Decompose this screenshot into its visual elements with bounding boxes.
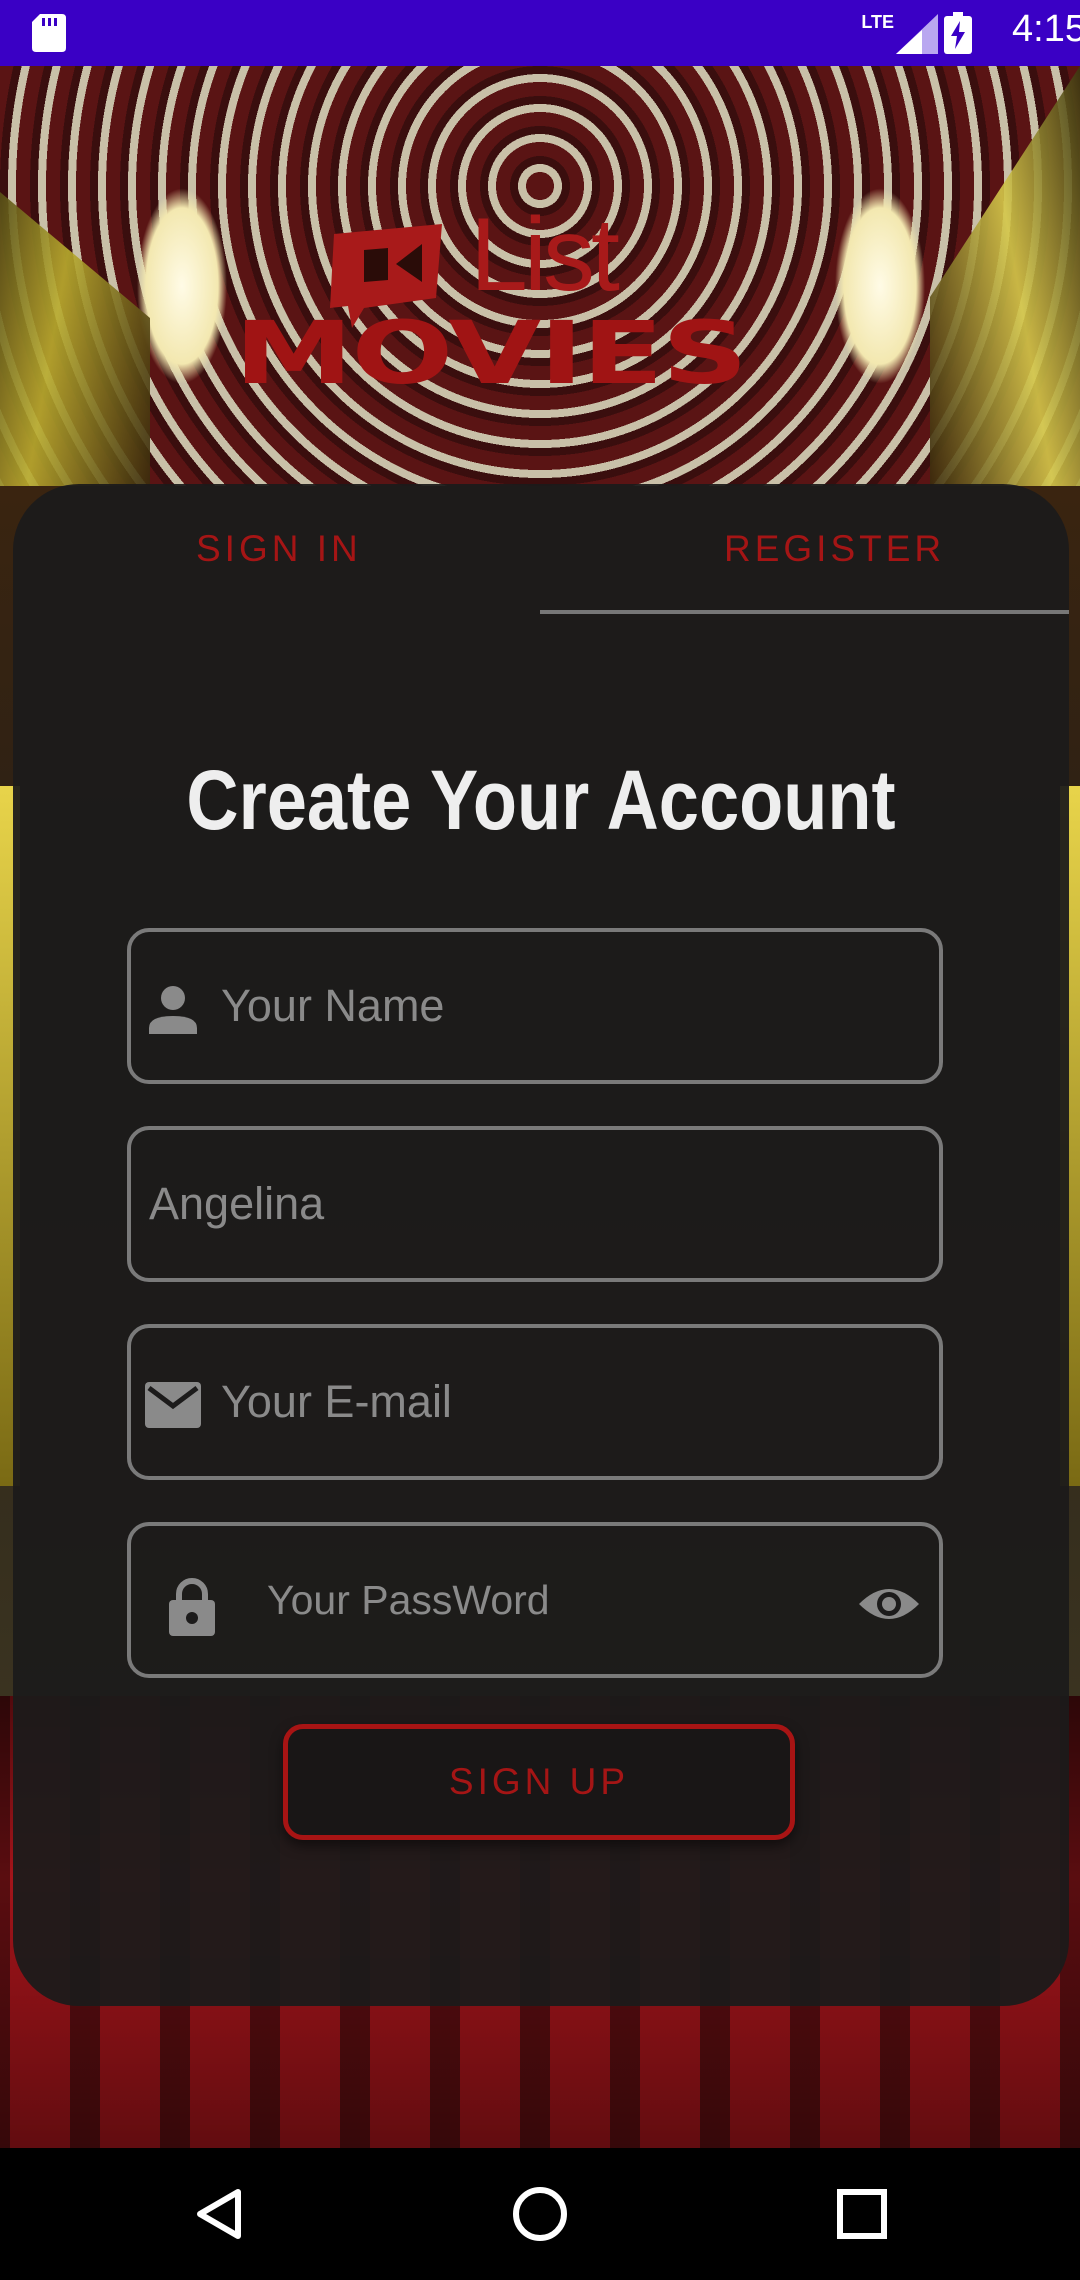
navigation-bar: [0, 2148, 1080, 2280]
register-card: SIGN IN REGISTER Create Your Account You…: [13, 484, 1069, 2006]
clock: 4:15: [1012, 8, 1080, 50]
home-icon[interactable]: [508, 2182, 572, 2246]
auth-tabs: SIGN IN REGISTER: [13, 484, 1069, 614]
register-screen: LTE 4:15 List MOVIES SIGN IN REGISTER Cr…: [0, 0, 1080, 2280]
tab-register-label: REGISTER: [724, 528, 946, 569]
name-field: [127, 928, 943, 1084]
right-lamp-pillar: [930, 66, 1080, 486]
eye-icon[interactable]: [857, 1582, 921, 1626]
app-logo: List MOVIES: [232, 197, 872, 420]
password-input[interactable]: [131, 1526, 939, 1674]
last-name-input[interactable]: [131, 1130, 939, 1278]
mail-icon: [145, 1382, 201, 1428]
page-title: Create Your Account: [186, 753, 896, 847]
password-field: [127, 1522, 943, 1678]
person-icon: [149, 986, 197, 1034]
tab-sign-in[interactable]: SIGN IN: [13, 484, 541, 614]
sd-card-icon: [32, 14, 66, 52]
signal-icon: [896, 14, 938, 54]
logo-text-list: List: [470, 197, 620, 313]
selected-tab-indicator: [540, 610, 1069, 614]
email-field: [127, 1324, 943, 1480]
recents-icon[interactable]: [830, 2182, 894, 2246]
back-icon[interactable]: [188, 2182, 252, 2246]
lock-icon: [169, 1578, 215, 1636]
battery-charging-icon: [944, 12, 972, 54]
email-input[interactable]: [131, 1328, 939, 1476]
name-input[interactable]: [131, 932, 939, 1080]
logo-text-movies: MOVIES: [234, 304, 748, 405]
tab-register[interactable]: REGISTER: [541, 484, 1069, 614]
network-type-label: LTE: [861, 12, 894, 32]
left-lamp-pillar: [0, 192, 150, 486]
tab-sign-in-label: SIGN IN: [196, 528, 362, 569]
status-bar: LTE 4:15: [0, 0, 1080, 66]
sign-up-button[interactable]: SIGN UP: [283, 1724, 795, 1840]
last-name-field: [127, 1126, 943, 1282]
